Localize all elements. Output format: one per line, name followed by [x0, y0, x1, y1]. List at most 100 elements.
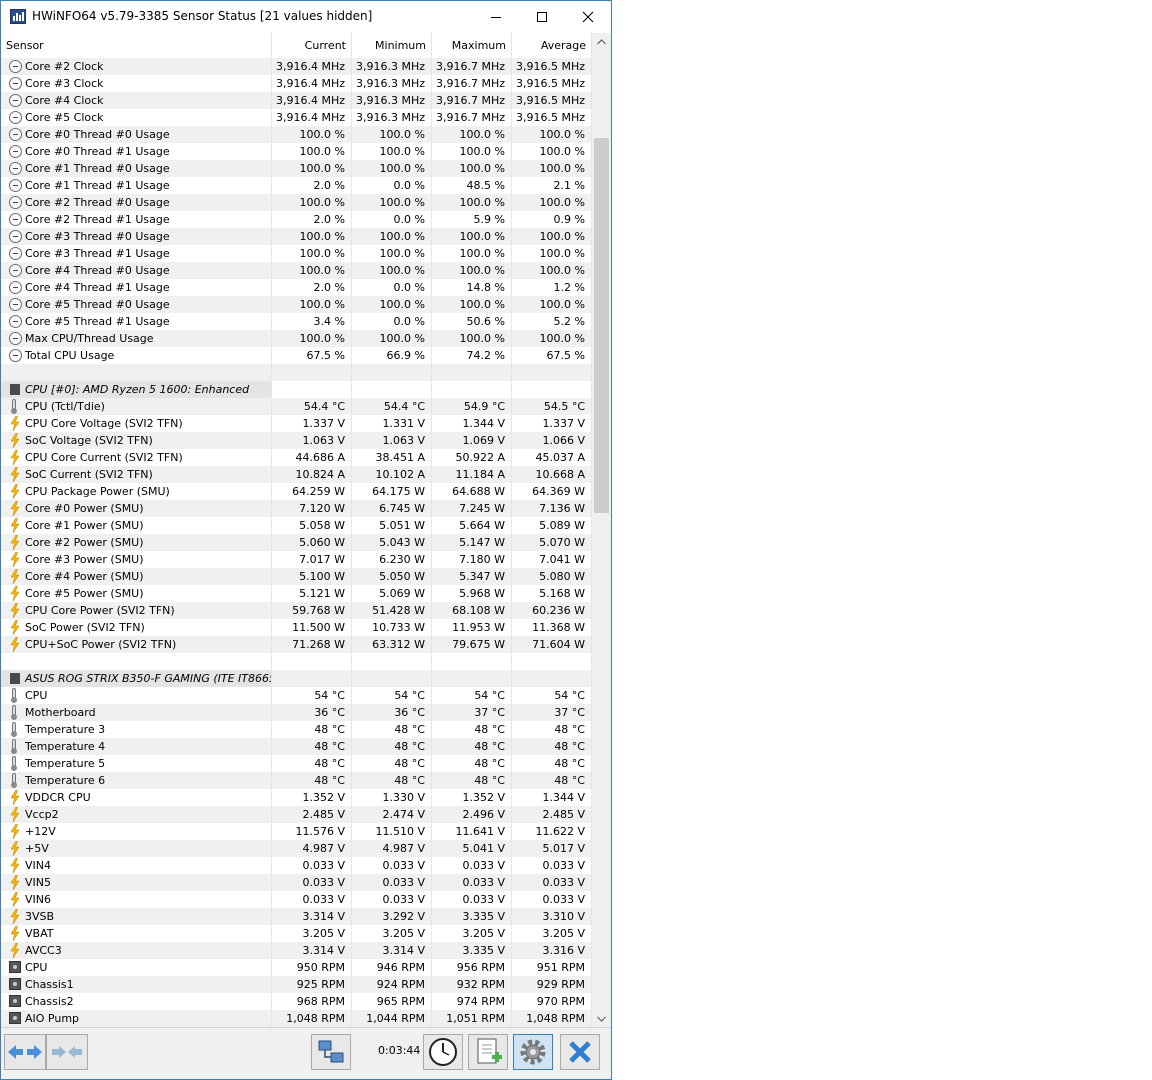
- clock-icon: [9, 77, 22, 90]
- thermometer-icon: [11, 739, 17, 754]
- sensor-row[interactable]: CPU 950 RPM 946 RPM 956 RPM 951 RPM: [1, 959, 592, 976]
- sensor-row[interactable]: Core #1 Thread #0 Usage 100.0 % 100.0 % 100…: [1, 160, 592, 177]
- sensor-row[interactable]: Temperature 5 48 °C 48 °C 48 °C 48 °C: [1, 755, 592, 772]
- sensor-row[interactable]: Temperature 6 48 °C 48 °C 48 °C 48 °C: [1, 772, 592, 789]
- sensor-row[interactable]: VIN5 0.033 V 0.033 V 0.033 V 0.033 V: [1, 874, 592, 891]
- sensor-row[interactable]: Vccp2 2.485 V 2.474 V 2.496 V 2.485 V: [1, 806, 592, 823]
- sensor-row[interactable]: Total CPU Usage 67.5 % 66.9 % 74.2 % 67.5 %: [1, 347, 592, 364]
- sensor-group-header[interactable]: CPU [#0]: AMD Ryzen 5 1600: Enhanced: [1, 381, 592, 398]
- sensor-row[interactable]: Core #4 Thread #1 Usage 2.0 % 0.0 % 14.8 % 1…: [1, 279, 592, 296]
- sensor-row[interactable]: Core #5 Power (SMU) 5.121 W 5.069 W 5.968 W…: [1, 585, 592, 602]
- column-minimum[interactable]: Minimum: [352, 33, 432, 58]
- sensor-row[interactable]: Core #3 Thread #0 Usage 100.0 % 100.0 % 100…: [1, 228, 592, 245]
- sensor-row[interactable]: Motherboard 36 °C 36 °C 37 °C 37 °C: [1, 704, 592, 721]
- sensor-row[interactable]: Core #5 Thread #1 Usage 3.4 % 0.0 % 50.6 % 5…: [1, 313, 592, 330]
- lightning-icon: [10, 823, 20, 840]
- close-sensors-button[interactable]: [560, 1034, 600, 1070]
- average-value: 45.037 A: [512, 449, 592, 466]
- column-sensor[interactable]: Sensor: [1, 33, 272, 58]
- sensor-name: Motherboard: [25, 706, 96, 719]
- sensor-row[interactable]: SoC Current (SVI2 TFN) 10.824 A 10.102 A 11…: [1, 466, 592, 483]
- sensor-row[interactable]: Core #4 Clock 3,916.4 MHz 3,916.3 MHz 3,916…: [1, 92, 592, 109]
- network-button[interactable]: [311, 1034, 351, 1070]
- sensor-row[interactable]: AVCC3 3.314 V 3.314 V 3.335 V 3.316 V: [1, 942, 592, 959]
- sensor-row[interactable]: Core #4 Power (SMU) 5.100 W 5.050 W 5.347 W…: [1, 568, 592, 585]
- close-window-button[interactable]: [565, 1, 611, 32]
- maximize-button[interactable]: [519, 1, 565, 32]
- switch-layout-alt-button[interactable]: [46, 1034, 88, 1070]
- maximum-value: 5.9 %: [432, 211, 512, 228]
- average-value: 0.033 V: [512, 857, 592, 874]
- sensor-row[interactable]: CPU 54 °C 54 °C 54 °C 54 °C: [1, 687, 592, 704]
- sensor-row[interactable]: Core #2 Power (SMU) 5.060 W 5.043 W 5.147 W…: [1, 534, 592, 551]
- sensor-row[interactable]: VIN6 0.033 V 0.033 V 0.033 V 0.033 V: [1, 891, 592, 908]
- column-maximum[interactable]: Maximum: [432, 33, 512, 58]
- sensor-row[interactable]: Core #1 Power (SMU) 5.058 W 5.051 W 5.664 W…: [1, 517, 592, 534]
- lightning-icon: [10, 449, 20, 466]
- column-current[interactable]: Current: [272, 33, 352, 58]
- minimum-value: 3,916.3 MHz: [352, 75, 432, 92]
- average-value: 11.368 W: [512, 619, 592, 636]
- sensor-row[interactable]: VIN4 0.033 V 0.033 V 0.033 V 0.033 V: [1, 857, 592, 874]
- scroll-thumb[interactable]: [594, 138, 609, 513]
- sensor-row[interactable]: Core #2 Thread #1 Usage 2.0 % 0.0 % 5.9 % 0.…: [1, 211, 592, 228]
- sensor-row[interactable]: VDDCR CPU 1.352 V 1.330 V 1.352 V 1.344 V: [1, 789, 592, 806]
- sensor-row[interactable]: +5V 4.987 V 4.987 V 5.041 V 5.017 V: [1, 840, 592, 857]
- title-bar[interactable]: HWiNFO64 v5.79-3385 Sensor Status [21 va…: [1, 1, 611, 32]
- sensor-row[interactable]: CPU Core Voltage (SVI2 TFN) 1.337 V 1.331 …: [1, 415, 592, 432]
- sensor-row[interactable]: CPU Package Power (SMU) 64.259 W 64.175 W6…: [1, 483, 592, 500]
- sensor-row[interactable]: Max CPU/Thread Usage 100.0 % 100.0 % 100.0 …: [1, 330, 592, 347]
- sensor-row[interactable]: Core #4 Thread #0 Usage 100.0 % 100.0 % 100…: [1, 262, 592, 279]
- settings-button[interactable]: [513, 1034, 553, 1070]
- lightning-icon: [10, 874, 20, 891]
- sensor-row[interactable]: Core #3 Thread #1 Usage 100.0 % 100.0 % 100…: [1, 245, 592, 262]
- scroll-up-button[interactable]: [592, 33, 611, 50]
- sensor-group-header[interactable]: ASUS ROG STRIX B350-F GAMING (ITE IT8665…: [1, 670, 592, 687]
- sensor-row[interactable]: SoC Power (SVI2 TFN) 11.500 W 10.733 W 11.9…: [1, 619, 592, 636]
- sensor-row[interactable]: Core #3 Clock 3,916.4 MHz 3,916.3 MHz 3,916…: [1, 75, 592, 92]
- current-value: 2.485 V: [272, 806, 352, 823]
- sensor-name: SoC Voltage (SVI2 TFN): [25, 434, 153, 447]
- sensor-row[interactable]: CPU+SoC Power (SVI2 TFN) 71.268 W 63.312 W…: [1, 636, 592, 653]
- logging-button[interactable]: [468, 1034, 508, 1070]
- switch-layout-button[interactable]: [4, 1034, 46, 1070]
- maximum-value: 54 °C: [432, 687, 512, 704]
- sensor-row[interactable]: 3VSB 3.314 V 3.292 V 3.335 V 3.310 V: [1, 908, 592, 925]
- sensor-row[interactable]: Chassis1 925 RPM 924 RPM 932 RPM 929 RPM: [1, 976, 592, 993]
- sensor-name: Core #4 Power (SMU): [25, 570, 144, 583]
- maximum-value: 11.641 V: [432, 823, 512, 840]
- sensor-row[interactable]: VBAT 3.205 V 3.205 V 3.205 V 3.205 V: [1, 925, 592, 942]
- sensor-row[interactable]: Core #5 Thread #0 Usage 100.0 % 100.0 % 100…: [1, 296, 592, 313]
- sensor-row[interactable]: Core #0 Thread #1 Usage 100.0 % 100.0 % 100…: [1, 143, 592, 160]
- sensor-row[interactable]: Core #2 Thread #0 Usage 100.0 % 100.0 % 100…: [1, 194, 592, 211]
- sensor-row[interactable]: AIO Pump 1,048 RPM 1,044 RPM 1,051 RPM 1,048…: [1, 1010, 592, 1027]
- minimum-value: 3,916.3 MHz: [352, 58, 432, 75]
- minimum-value: 100.0 %: [352, 194, 432, 211]
- sensor-row[interactable]: Temperature 4 48 °C 48 °C 48 °C 48 °C: [1, 738, 592, 755]
- sensor-row[interactable]: CPU (Tctl/Tdie) 54.4 °C 54.4 °C 54.9 °C 54.5…: [1, 398, 592, 415]
- sensor-row[interactable]: Chassis2 968 RPM 965 RPM 974 RPM 970 RPM: [1, 993, 592, 1010]
- sensor-row[interactable]: Core #2 Clock 3,916.4 MHz 3,916.3 MHz 3,916…: [1, 58, 592, 75]
- clock-icon: [9, 196, 22, 209]
- clock-icon: [9, 111, 22, 124]
- sensor-row[interactable]: SoC Voltage (SVI2 TFN) 1.063 V 1.063 V 1.06…: [1, 432, 592, 449]
- current-value: 48 °C: [272, 755, 352, 772]
- column-average[interactable]: Average: [512, 33, 592, 58]
- sensor-name: Temperature 6: [25, 774, 106, 787]
- vertical-scrollbar[interactable]: [592, 33, 611, 1027]
- sensor-row[interactable]: Core #0 Thread #0 Usage 100.0 % 100.0 % 100…: [1, 126, 592, 143]
- sensor-row[interactable]: Core #3 Power (SMU) 7.017 W 6.230 W 7.180 W…: [1, 551, 592, 568]
- sensor-row[interactable]: Temperature 3 48 °C 48 °C 48 °C 48 °C: [1, 721, 592, 738]
- maximum-value: 7.245 W: [432, 500, 512, 517]
- sensor-row[interactable]: CPU Core Current (SVI2 TFN) 44.686 A 38.45…: [1, 449, 592, 466]
- clock-reset-button[interactable]: [423, 1034, 463, 1070]
- average-value: 0.033 V: [512, 874, 592, 891]
- sensor-row[interactable]: Core #1 Thread #1 Usage 2.0 % 0.0 % 48.5 % 2…: [1, 177, 592, 194]
- sensor-row[interactable]: CPU Core Power (SVI2 TFN) 59.768 W 51.428 …: [1, 602, 592, 619]
- sensor-row[interactable]: Core #5 Clock 3,916.4 MHz 3,916.3 MHz 3,916…: [1, 109, 592, 126]
- sensor-row[interactable]: +12V 11.576 V 11.510 V 11.641 V 11.622 V: [1, 823, 592, 840]
- sensor-row[interactable]: Core #0 Power (SMU) 7.120 W 6.745 W 7.245 W…: [1, 500, 592, 517]
- clock-icon: [9, 264, 22, 277]
- minimize-button[interactable]: [473, 1, 519, 32]
- scroll-down-button[interactable]: [592, 1010, 611, 1027]
